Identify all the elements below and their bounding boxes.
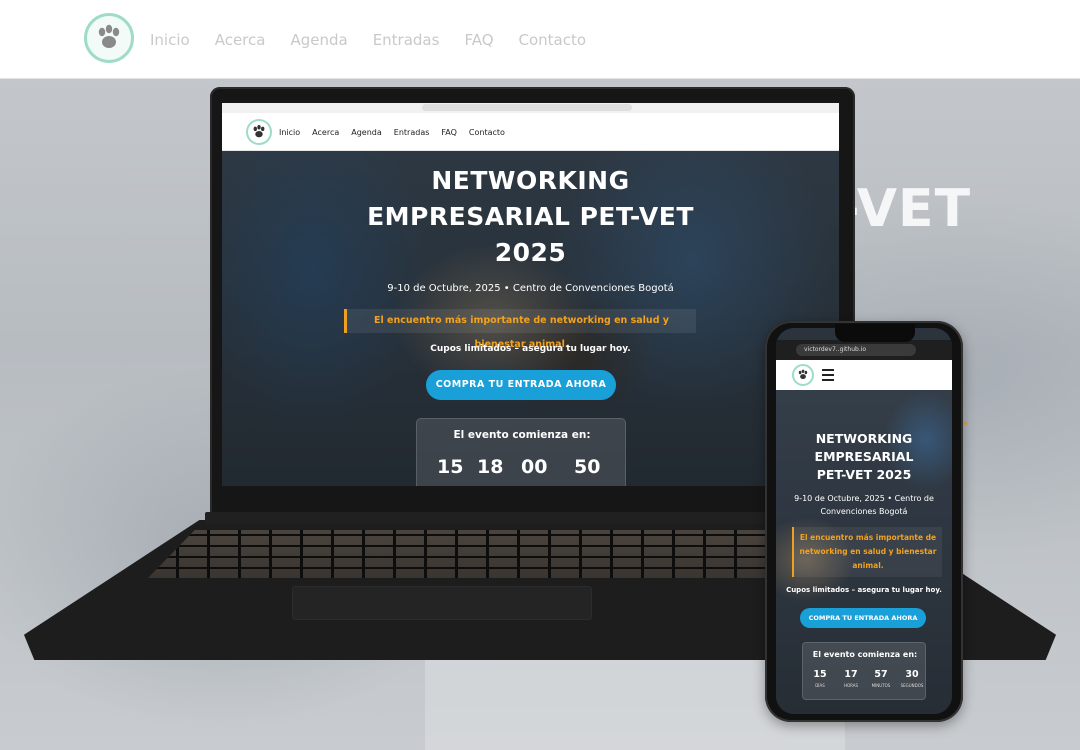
laptop-hero-title: NETWORKING EMPRESARIAL PET-VET 2025 xyxy=(222,163,839,271)
phone-count-hours-value: 17 xyxy=(844,669,858,680)
laptop-nav-links: Inicio Acerca Agenda Entradas FAQ Contac… xyxy=(279,113,517,151)
paw-logo-icon[interactable] xyxy=(84,13,134,63)
nav-link-agenda[interactable]: Agenda xyxy=(290,31,347,49)
laptop-nav-entradas[interactable]: Entradas xyxy=(394,128,430,137)
laptop-nav-acerca[interactable]: Acerca xyxy=(312,128,339,137)
phone-buy-ticket-button[interactable]: COMPRA TU ENTRADA AHORA xyxy=(800,608,926,628)
laptop-hero: NETWORKING EMPRESARIAL PET-VET 2025 9-10… xyxy=(222,151,839,486)
backdrop-period: . xyxy=(962,401,970,431)
laptop-url-bar[interactable] xyxy=(422,104,632,111)
phone-count-minutes-value: 57 xyxy=(874,669,888,680)
phone-count-seconds: 30 SEGUNDOS xyxy=(897,669,927,688)
paw-logo-icon[interactable] xyxy=(246,119,272,145)
nav-link-entradas[interactable]: Entradas xyxy=(373,31,440,49)
laptop-browser-bar xyxy=(222,103,839,113)
laptop-countdown: El evento comienza en: 15 18 00 50 xyxy=(416,418,626,486)
phone-countdown: El evento comienza en: 15 DÍAS 17 HORAS … xyxy=(802,642,926,700)
phone-notch xyxy=(835,324,915,342)
laptop-count-seconds: 50 xyxy=(574,456,601,478)
phone-count-hours: 17 HORAS xyxy=(836,669,866,688)
laptop-nav-inicio[interactable]: Inicio xyxy=(279,128,300,137)
laptop-site-nav: Inicio Acerca Agenda Entradas FAQ Contac… xyxy=(222,113,839,151)
laptop-title-line-3: 2025 xyxy=(494,238,567,267)
laptop-buy-ticket-button[interactable]: COMPRA TU ENTRADA AHORA xyxy=(426,370,616,400)
phone-highlight: El encuentro más importante de networkin… xyxy=(792,527,942,577)
phone-count-minutes: 57 MINUTOS xyxy=(866,669,896,688)
phone-count-days-label: DÍAS xyxy=(815,683,825,688)
phone-countdown-title: El evento comienza en: xyxy=(812,650,918,659)
laptop-highlight: El encuentro más importante de networkin… xyxy=(344,309,696,350)
laptop-count-days: 15 xyxy=(437,456,464,478)
laptop-nav-contacto[interactable]: Contacto xyxy=(469,128,505,137)
phone-count-days: 15 DÍAS xyxy=(805,669,835,688)
laptop-nav-faq[interactable]: FAQ xyxy=(441,128,457,137)
laptop-count-minutes: 00 xyxy=(521,456,548,478)
phone-count-minutes-label: MINUTOS xyxy=(871,683,891,688)
nav-link-acerca[interactable]: Acerca xyxy=(215,31,266,49)
laptop-trackpad xyxy=(292,586,592,620)
laptop-event-date: 9-10 de Octubre, 2025 • Centro de Conven… xyxy=(387,283,674,294)
laptop-hinge xyxy=(205,512,860,524)
laptop-title-line-2: EMPRESARIAL PET-VET xyxy=(367,202,694,231)
phone-count-seconds-value: 30 xyxy=(905,669,919,680)
laptop-screen: Inicio Acerca Agenda Entradas FAQ Contac… xyxy=(222,103,839,486)
laptop-nav-agenda[interactable]: Agenda xyxy=(351,128,382,137)
laptop-countdown-title: El evento comienza en: xyxy=(453,429,591,441)
laptop-title-line-1: NETWORKING xyxy=(431,166,630,195)
laptop-count-hours: 18 xyxy=(477,456,504,478)
laptop-limited-seats: Cupos limitados – asegura tu lugar hoy. xyxy=(430,344,631,354)
backdrop-title-fragment: -VET xyxy=(838,179,972,239)
phone-count-days-value: 15 xyxy=(813,669,827,680)
phone-limited-seats: Cupos limitados – asegura tu lugar hoy. xyxy=(786,586,942,594)
phone-count-seconds-label: SEGUNDOS xyxy=(900,683,924,688)
top-navbar: Inicio Acerca Agenda Entradas FAQ Contac… xyxy=(0,0,1080,79)
phone-count-hours-label: HORAS xyxy=(843,683,859,688)
nav-link-inicio[interactable]: Inicio xyxy=(150,31,190,49)
phone-event-date: 9-10 de Octubre, 2025 • Centro de Conven… xyxy=(794,494,934,516)
nav-link-faq[interactable]: FAQ xyxy=(464,31,493,49)
nav-link-contacto[interactable]: Contacto xyxy=(519,31,587,49)
main-nav: Inicio Acerca Agenda Entradas FAQ Contac… xyxy=(150,0,611,79)
